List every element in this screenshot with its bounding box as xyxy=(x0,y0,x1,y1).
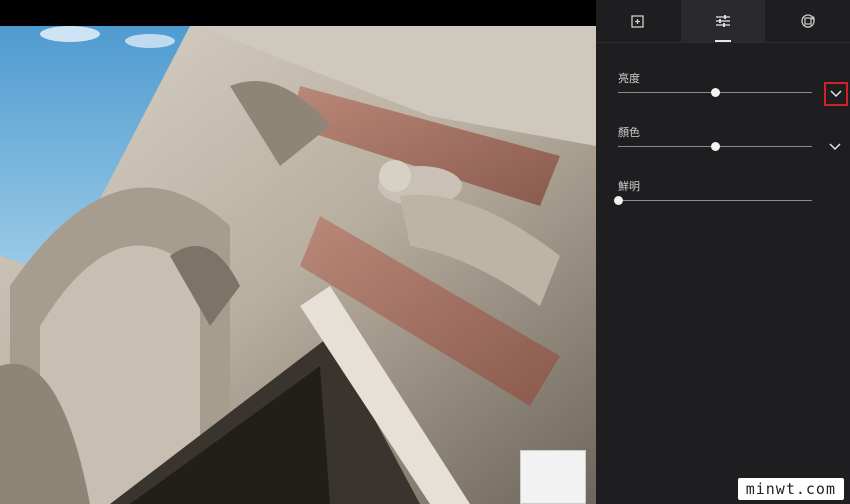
qr-code-image xyxy=(520,450,586,504)
vividness-track[interactable] xyxy=(618,200,812,201)
brightness-expand-button[interactable] xyxy=(824,82,848,106)
vividness-label: 鮮明 xyxy=(618,180,640,193)
photo-image xyxy=(0,26,596,504)
brightness-slider-thumb[interactable] xyxy=(711,88,720,97)
color-control: 顏色 xyxy=(618,124,844,151)
color-expand-button[interactable] xyxy=(824,136,846,158)
editor-tabs xyxy=(596,0,850,43)
tab-crop[interactable] xyxy=(596,0,681,42)
tab-adjust[interactable] xyxy=(680,0,766,42)
vividness-control: 鮮明 xyxy=(614,178,844,205)
chevron-down-icon xyxy=(829,143,841,151)
chevron-down-icon xyxy=(830,90,842,98)
rotate-icon xyxy=(801,14,815,28)
tab-rotate[interactable] xyxy=(765,0,850,42)
sliders-icon xyxy=(716,15,730,27)
brightness-label: 亮度 xyxy=(618,72,640,85)
color-label: 顏色 xyxy=(618,126,640,139)
photo-canvas xyxy=(0,0,596,504)
editor-side-panel: 亮度 顏色 鮮明 minwt.com xyxy=(596,0,850,504)
brightness-control: 亮度 xyxy=(618,70,848,106)
crop-add-icon xyxy=(631,15,644,28)
vividness-slider-thumb[interactable] xyxy=(614,196,623,205)
site-watermark: minwt.com xyxy=(737,478,844,500)
color-slider-thumb[interactable] xyxy=(711,142,720,151)
